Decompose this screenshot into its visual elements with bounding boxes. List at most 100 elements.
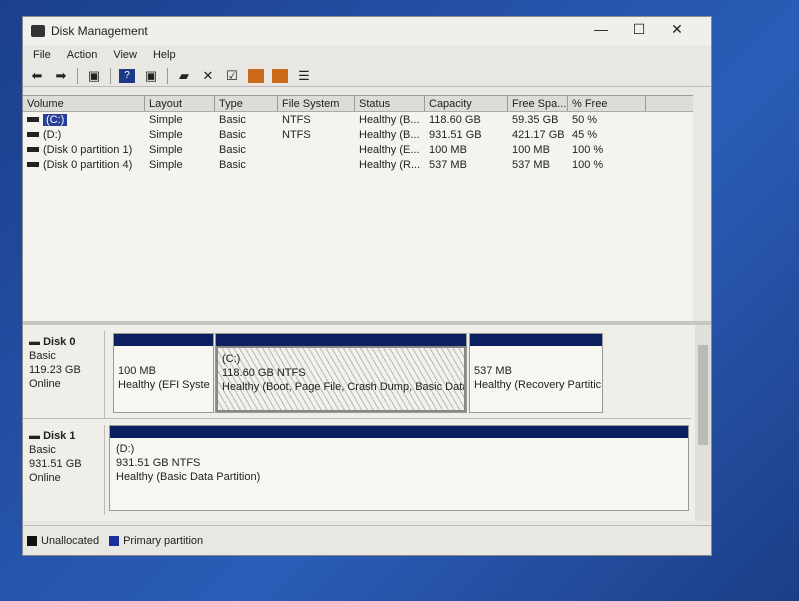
cell: (D:): [23, 129, 145, 141]
partition-size: 537 MB: [474, 365, 512, 377]
cell: Basic: [219, 128, 246, 141]
disk-size: 119.23 GB: [29, 364, 81, 376]
volume-name: (C:): [43, 113, 68, 126]
import-icon[interactable]: [248, 68, 264, 83]
menu-action[interactable]: Action: [67, 49, 98, 61]
partition-label: [474, 350, 598, 364]
cell: 45 %: [572, 128, 598, 141]
disk-1-label[interactable]: ▬ Disk 1 Basic 931.51 GB Online: [23, 425, 105, 515]
volume-list: Volume Layout Type File System Status Ca…: [23, 95, 693, 321]
title-bar: Disk Management — ☐ ✕: [23, 17, 711, 45]
cell: Simple: [149, 113, 183, 126]
toolbar-divider: [110, 67, 111, 84]
legend-unallocated: Unallocated: [27, 535, 99, 547]
help-icon[interactable]: ?: [119, 68, 135, 83]
close-button[interactable]: ✕: [659, 21, 695, 38]
volume-icon: [27, 117, 39, 123]
cell: 100 %: [572, 143, 604, 156]
col-volume[interactable]: Volume: [23, 96, 145, 111]
cell: 118.60 GB: [429, 113, 481, 126]
forward-icon[interactable]: ➡: [53, 68, 69, 83]
window-title: Disk Management: [51, 24, 148, 38]
volume-name: (Disk 0 partition 1): [43, 143, 133, 156]
cell: Simple: [149, 158, 183, 171]
partition-efi[interactable]: 100 MB Healthy (EFI Syste: [113, 333, 214, 413]
col-free-space[interactable]: Free Spa...: [508, 96, 568, 111]
cell: 59.35 GB: [512, 113, 559, 126]
disk-1-row: ▬ Disk 1 Basic 931.51 GB Online (D:) 931.…: [23, 425, 691, 515]
table-row[interactable]: (Disk 0 partition 4) Simple Basic Healthy (…: [23, 157, 693, 172]
menu-view[interactable]: View: [113, 49, 137, 61]
col-capacity[interactable]: Capacity: [425, 96, 508, 111]
cell: Healthy (B...: [359, 113, 420, 126]
menu-file[interactable]: File: [33, 49, 51, 61]
col-percent-free[interactable]: % Free: [568, 96, 646, 111]
disk-type: Basic: [29, 444, 56, 456]
disk-management-window: Disk Management — ☐ ✕ File Action View H…: [22, 16, 712, 556]
table-header: Volume Layout Type File System Status Ca…: [23, 96, 693, 112]
menu-bar: File Action View Help: [23, 45, 711, 65]
disk-graphical-view: ▬ Disk 0 Basic 119.23 GB Online 100 MB He…: [23, 325, 711, 521]
cell: Simple: [149, 143, 183, 156]
disk-status: Online: [29, 378, 61, 390]
cell: (Disk 0 partition 4): [23, 159, 145, 171]
maximize-button[interactable]: ☐: [621, 21, 657, 38]
partition-label: [118, 350, 209, 364]
col-type[interactable]: Type: [215, 96, 278, 111]
cell: 537 MB: [512, 158, 550, 171]
connect-icon[interactable]: ▰: [176, 68, 192, 83]
minimize-button[interactable]: —: [583, 21, 619, 37]
table-row[interactable]: (D:) Simple Basic NTFS Healthy (B... 931.51 G…: [23, 127, 693, 142]
disk-0-label[interactable]: ▬ Disk 0 Basic 119.23 GB Online: [23, 331, 105, 418]
cell: Simple: [149, 128, 183, 141]
table-row[interactable]: (C:) Simple Basic NTFS Healthy (B... 118.60 G…: [23, 112, 693, 127]
cell: Basic: [219, 158, 246, 171]
col-file-system[interactable]: File System: [278, 96, 355, 111]
check-icon[interactable]: ☑: [224, 68, 240, 83]
partition-size: 118.60 GB NTFS: [222, 367, 306, 379]
volume-icon: [27, 147, 39, 153]
partition-recovery[interactable]: 537 MB Healthy (Recovery Partitic: [469, 333, 603, 413]
toolbar-divider: [77, 67, 78, 84]
scroll-thumb[interactable]: [698, 345, 708, 445]
cell: 421.17 GB: [512, 128, 565, 141]
unallocated-swatch: [27, 535, 37, 546]
vertical-scrollbar[interactable]: [695, 325, 711, 521]
cell: 100 MB: [512, 143, 550, 156]
col-status[interactable]: Status: [355, 96, 425, 111]
partition-label: (C:): [222, 353, 241, 365]
volume-icon: [27, 162, 39, 168]
disk-status: Online: [29, 472, 61, 484]
cell: 537 MB: [429, 158, 467, 171]
cell: 50 %: [572, 113, 598, 126]
back-icon[interactable]: ⬅: [29, 68, 45, 83]
cell: (C:): [23, 113, 145, 126]
volume-name: (Disk 0 partition 4): [43, 158, 133, 171]
properties-icon[interactable]: ▣: [143, 68, 159, 83]
partition-d[interactable]: (D:) 931.51 GB NTFS Healthy (Basic Data Pa…: [109, 425, 689, 511]
disk-name: Disk 1: [43, 430, 76, 442]
menu-help[interactable]: Help: [153, 49, 176, 61]
legend: Unallocated Primary partition: [23, 525, 711, 555]
partition-size: 100 MB: [118, 365, 156, 377]
disk-name: Disk 0: [43, 336, 76, 348]
partition-status: Healthy (EFI Syste: [118, 379, 210, 391]
disk-management-icon: [31, 25, 45, 37]
delete-icon[interactable]: ✕: [200, 68, 216, 83]
cell: NTFS: [282, 113, 311, 126]
disk-type: Basic: [29, 350, 56, 362]
col-layout[interactable]: Layout: [145, 96, 215, 111]
legend-label: Unallocated: [41, 534, 100, 547]
list-icon[interactable]: ☰: [296, 68, 312, 83]
legend-primary: Primary partition: [109, 535, 203, 547]
console-icon[interactable]: ▣: [86, 68, 102, 83]
rescan-icon[interactable]: [272, 68, 288, 83]
cell: Basic: [219, 143, 246, 156]
volume-icon: [27, 132, 39, 138]
table-row[interactable]: (Disk 0 partition 1) Simple Basic Healthy (…: [23, 142, 693, 157]
partition-c[interactable]: (C:) 118.60 GB NTFS Healthy (Boot, Page Fi…: [215, 333, 467, 413]
cell: Healthy (R...: [359, 158, 421, 171]
cell: 100 MB: [429, 143, 467, 156]
disk-size: 931.51 GB: [29, 458, 82, 470]
cell: NTFS: [282, 128, 311, 141]
